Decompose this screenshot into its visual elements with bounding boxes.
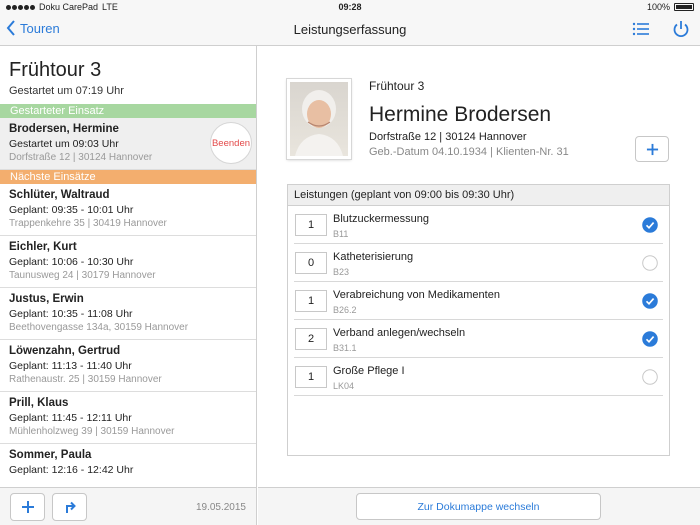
service-code: B26.2 (333, 305, 357, 315)
tour-panel: Frühtour 3 Gestartet um 07:19 Uhr Gestar… (0, 46, 257, 487)
switch-to-docfolder-button[interactable]: Zur Dokumappe wechseln (356, 493, 601, 520)
service-name: Große Pflege I (333, 365, 405, 377)
entry-name: Prill, Klaus (9, 397, 69, 409)
tour-toolbar: 19.05.2015 (0, 487, 257, 525)
service-code: B11 (333, 229, 349, 239)
list-item[interactable]: Justus, Erwin Geplant: 10:35 - 11:08 Uhr… (0, 288, 256, 340)
services-header: Leistungen (geplant von 09:00 bis 09:30 … (288, 185, 669, 206)
patient-photo (287, 79, 351, 159)
table-row: 2 Verband anlegen/wechseln B31.1 (294, 320, 663, 358)
table-row: 1 Große Pflege I LK04 (294, 358, 663, 396)
back-button[interactable]: Touren (6, 20, 60, 36)
service-code: B23 (333, 267, 350, 277)
entry-name: Eichler, Kurt (9, 241, 77, 253)
entry-name: Sommer, Paula (9, 449, 92, 461)
table-row: 1 Blutzuckermessung B11 (294, 206, 663, 244)
end-assignment-button[interactable]: Beenden (210, 122, 252, 164)
list-item[interactable]: Prill, Klaus Geplant: 11:45 - 12:11 Uhr … (0, 392, 256, 444)
page-title: Leistungserfassung (293, 22, 407, 37)
plus-icon (21, 501, 34, 513)
list-item[interactable]: Eichler, Kurt Geplant: 10:06 - 10:30 Uhr… (0, 236, 256, 288)
tour-start-time: Gestartet um 07:19 Uhr (9, 85, 124, 97)
services-table: Leistungen (geplant von 09:00 bis 09:30 … (287, 184, 670, 456)
patient-meta: Geb.-Datum 04.10.1934 | Klienten-Nr. 31 (369, 146, 569, 158)
entry-time: Geplant: 10:06 - 10:30 Uhr (9, 256, 134, 268)
nav-actions (632, 20, 690, 38)
checkmark-circle-icon[interactable] (642, 293, 658, 309)
section-header-started: Gestarteter Einsatz (0, 104, 256, 118)
entry-time: Geplant: 10:35 - 11:08 Uhr (9, 308, 133, 320)
add-assignment-button[interactable] (10, 493, 45, 521)
list-icon[interactable] (632, 20, 650, 38)
patient-tour: Frühtour 3 (369, 79, 425, 93)
person-portrait-icon (295, 90, 343, 156)
table-row: 1 Verabreichung von Medikamenten B26.2 (294, 282, 663, 320)
entry-address: Taunusweg 24 | 30179 Hannover (9, 270, 156, 281)
service-code: B31.1 (333, 343, 357, 353)
service-code: LK04 (333, 381, 355, 391)
battery-label: 100% (646, 2, 670, 12)
current-date: 19.05.2015 (195, 502, 246, 513)
quantity-field[interactable]: 1 (295, 366, 327, 388)
service-name: Verband anlegen/wechseln (333, 327, 466, 339)
tour-title: Frühtour 3 (9, 59, 102, 81)
service-toolbar: Zur Dokumappe wechseln (258, 487, 700, 525)
entry-time: Geplant: 11:13 - 11:40 Uhr (9, 360, 132, 372)
entry-address: Trappenkehre 35 | 30419 Hannover (9, 218, 167, 229)
quantity-field[interactable]: 0 (295, 252, 327, 274)
current-assignment-address: Dorfstraße 12 | 30124 Hannover (9, 152, 153, 163)
checkmark-circle-icon[interactable] (642, 217, 658, 233)
list-item[interactable]: Sommer, Paula Geplant: 12:16 - 12:42 Uhr (0, 444, 256, 487)
redirect-button[interactable] (52, 493, 87, 521)
entry-name: Justus, Erwin (9, 293, 84, 305)
entry-name: Löwenzahn, Gertrud (9, 345, 121, 357)
entry-time: Geplant: 12:16 - 12:42 Uhr (9, 464, 134, 476)
turn-right-arrow-icon (65, 501, 76, 513)
current-assignment[interactable]: Brodersen, Hermine Gestartet um 09:03 Uh… (0, 118, 256, 170)
quantity-field[interactable]: 2 (295, 328, 327, 350)
battery-icon (674, 3, 694, 11)
checkmark-circle-icon[interactable] (642, 331, 658, 347)
plus-icon (646, 143, 658, 155)
entry-name: Schlüter, Waltraud (9, 189, 110, 201)
network-label: LTE (102, 2, 118, 12)
service-name: Blutzuckermessung (333, 213, 429, 225)
quantity-field[interactable]: 1 (295, 214, 327, 236)
service-panel: Frühtour 3 Hermine Brodersen Dorfstraße … (258, 46, 700, 487)
entry-time: Geplant: 11:45 - 12:11 Uhr (9, 412, 132, 424)
back-button-label: Touren (20, 20, 60, 36)
service-name: Katheterisierung (333, 251, 414, 263)
signal-dots-icon (6, 4, 35, 10)
chevron-left-icon (6, 20, 15, 36)
patient-name: Hermine Brodersen (369, 103, 552, 126)
list-item[interactable]: Schlüter, Waltraud Geplant: 09:35 - 10:0… (0, 184, 256, 236)
status-left: Doku CarePad LTE (6, 2, 647, 12)
checkmark-circle-icon[interactable] (642, 255, 658, 271)
patient-address: Dorfstraße 12 | 30124 Hannover (369, 131, 527, 143)
entry-address: Beethovengasse 134a, 30159 Hannover (9, 322, 189, 333)
entry-time: Geplant: 09:35 - 10:01 Uhr (9, 204, 134, 216)
navigation-bar: Touren Leistungserfassung (0, 14, 700, 46)
table-row: 0 Katheterisierung B23 (294, 244, 663, 282)
service-name: Verabreichung von Medikamenten (333, 289, 500, 301)
section-header-next: Nächste Einsätze (0, 170, 256, 184)
add-service-button[interactable] (635, 136, 669, 162)
status-right: 100% (647, 2, 694, 12)
entry-address: Rathenaustr. 25 | 30159 Hannover (9, 374, 162, 385)
carrier-label: Doku CarePad (39, 2, 99, 12)
list-item[interactable]: Löwenzahn, Gertrud Geplant: 11:13 - 11:4… (0, 340, 256, 392)
patient-portrait-image (290, 82, 348, 156)
status-bar: Doku CarePad LTE 09:28 100% (0, 0, 700, 14)
entry-address: Mühlenholzweg 39 | 30159 Hannover (9, 426, 175, 437)
quantity-field[interactable]: 1 (295, 290, 327, 312)
power-icon[interactable] (672, 20, 690, 38)
checkmark-circle-icon[interactable] (642, 369, 658, 385)
